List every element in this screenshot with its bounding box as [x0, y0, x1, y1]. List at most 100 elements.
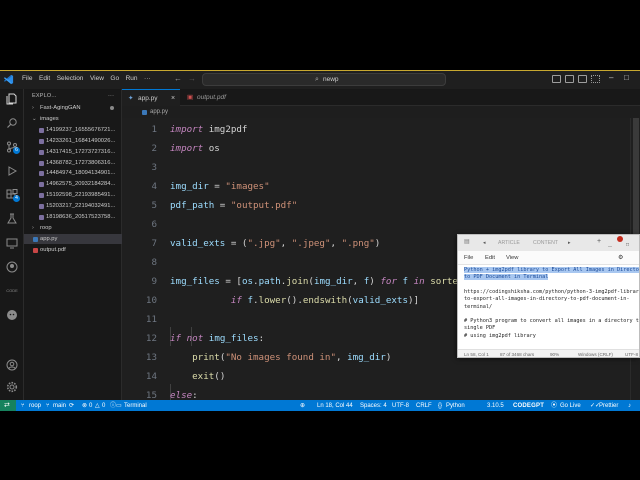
menu-edit[interactable]: Edit [39, 75, 50, 82]
code-token: )] [408, 295, 420, 306]
codegpt-icon[interactable]: CODE [6, 285, 18, 297]
new-tab-button[interactable]: + [597, 238, 601, 245]
code-line[interactable]: else: [170, 390, 198, 400]
explorer-icon[interactable] [6, 93, 18, 105]
code-token: path [258, 276, 281, 287]
notepad-menu-view[interactable]: View [506, 255, 518, 261]
maximize-icon[interactable]: □ [626, 242, 629, 248]
status-prettier[interactable]: Prettier [599, 400, 618, 411]
menu-go[interactable]: Go [110, 75, 119, 82]
status-branch[interactable]: main [53, 400, 66, 411]
close-tab-icon[interactable]: × [171, 90, 175, 107]
status-terminal[interactable]: Terminal [124, 400, 147, 411]
tree-item[interactable]: 14199237_16555676721... [24, 125, 122, 136]
status-go-live[interactable]: Go Live [560, 400, 581, 411]
notepad-menu-file[interactable]: File [464, 255, 473, 261]
remote-explorer-icon[interactable] [6, 237, 18, 249]
command-center-label: newp [323, 76, 339, 83]
code-line[interactable]: if not img_files: [170, 333, 264, 344]
code-token: exit [192, 371, 215, 382]
tab-app-py[interactable]: ✦ app.py × [122, 89, 180, 106]
tree-item[interactable]: output.pdf [24, 245, 122, 256]
status-workspace[interactable]: roop [29, 400, 41, 411]
code-line[interactable]: valid_exts = (".jpg", ".jpeg", ".png") [170, 238, 380, 249]
back-arrow-icon[interactable]: ← [174, 74, 182, 83]
notifications-bell-icon[interactable]: ♪ [628, 400, 631, 411]
run-debug-icon[interactable] [6, 165, 18, 177]
tab-scroll-right-icon[interactable]: ▸ [568, 240, 571, 246]
tree-item[interactable]: app.py [24, 233, 122, 245]
scrollbar-thumb[interactable] [633, 118, 639, 248]
status-cursor-position[interactable]: Ln 18, Col 44 [317, 400, 353, 411]
tree-item[interactable]: 18198636_20517523758... [24, 212, 122, 223]
code-line[interactable]: print("No images found in", img_dir) [170, 352, 391, 363]
minimize-icon[interactable]: – [609, 73, 613, 82]
zoom-icon[interactable]: ⊕ [300, 400, 305, 411]
menu-run[interactable]: Run [126, 75, 138, 82]
tree-item[interactable]: 14484974_18094134901... [24, 168, 122, 179]
branch-icon: ⑂ [46, 403, 50, 409]
menu-selection[interactable]: Selection [57, 75, 84, 82]
tab-label: app.py [138, 95, 158, 102]
remote-icon: ⇄ [4, 402, 10, 409]
code-line[interactable]: img_dir = "images" [170, 181, 270, 192]
menu-more[interactable]: ··· [144, 75, 151, 82]
status-indentation[interactable]: Spaces: 4 [360, 400, 387, 411]
tree-item[interactable]: › roop [24, 223, 122, 234]
notepad-tab-article[interactable]: ARTICLE [498, 240, 520, 246]
testing-icon[interactable] [6, 213, 18, 225]
ollama-icon[interactable] [6, 309, 18, 321]
toggle-secondary-sidebar-icon[interactable] [578, 75, 587, 83]
notepad-menu-bar: File Edit View ⚙ [458, 251, 639, 265]
tree-item[interactable]: 14368782_17273806316... [24, 158, 122, 169]
breadcrumb[interactable]: app.py [122, 106, 640, 118]
notepad-tab-content[interactable]: CONTENT [533, 240, 558, 246]
tree-item[interactable]: ⌄ images [24, 114, 122, 125]
status-language[interactable]: Python [446, 400, 465, 411]
maximize-icon[interactable]: □ [624, 73, 629, 82]
remote-indicator[interactable]: ⇄ [0, 400, 16, 411]
command-center[interactable]: ⌕ newp [202, 73, 446, 86]
tab-scroll-left-icon[interactable]: ◂ [483, 240, 486, 246]
accounts-icon[interactable] [6, 359, 18, 371]
status-python-version[interactable]: 3.10.5 [487, 400, 504, 411]
notepad-settings-icon[interactable]: ⚙ [618, 254, 623, 261]
menu-view[interactable]: View [90, 75, 104, 82]
tree-item[interactable]: 14317415_17273727316... [24, 147, 122, 158]
code-line[interactable]: import img2pdf [170, 124, 247, 135]
forward-arrow-icon[interactable]: → [188, 74, 196, 83]
tree-item[interactable]: › Fast-AgingGAN [24, 103, 122, 114]
code-line[interactable]: img_files = [os.path.join(img_dir, f) fo… [170, 276, 475, 287]
code-line[interactable]: pdf_path = "output.pdf" [170, 200, 297, 211]
minimize-icon[interactable]: — [608, 243, 612, 248]
tree-item[interactable]: 14233261_16841490026... [24, 136, 122, 147]
settings-gear-icon[interactable] [6, 381, 18, 393]
code-line[interactable]: if f.lower().endswith(valid_exts)] [170, 295, 419, 306]
notepad-line-text: terminal/ [464, 303, 493, 310]
status-eol[interactable]: CRLF [416, 400, 432, 411]
tree-item[interactable]: 15192598_22193985491... [24, 190, 122, 201]
tab-output-pdf[interactable]: ▣ output.pdf [181, 89, 245, 106]
status-encoding[interactable]: UTF-8 [392, 400, 409, 411]
tab-label: output.pdf [197, 94, 226, 101]
tree-item[interactable]: 15203217_22194032491... [24, 201, 122, 212]
notepad-menu-edit[interactable]: Edit [485, 255, 495, 261]
breadcrumb-file[interactable]: app.py [150, 106, 168, 118]
status-codegpt[interactable]: CODEGPT [513, 400, 544, 411]
toggle-sidebar-icon[interactable] [552, 75, 561, 83]
tree-item[interactable]: 14962575_20932184284... [24, 179, 122, 190]
menu-file[interactable]: File [22, 75, 32, 82]
github-icon[interactable] [6, 261, 18, 273]
notepad-tab-strip: ▤ ◂ ARTICLE CONTENT ▸ + — □ [458, 235, 639, 251]
sync-icon[interactable]: ⟳ [69, 400, 74, 411]
toggle-panel-icon[interactable] [565, 75, 574, 83]
status-errors[interactable]: 0 [89, 400, 92, 411]
code-line[interactable]: import os [170, 143, 220, 154]
code-line[interactable]: exit() [170, 371, 225, 382]
search-icon[interactable] [6, 117, 18, 129]
notepad-text-area[interactable]: Python + img2pdf library to Export All I… [458, 265, 639, 349]
tree-item-label: 14199237_16555676721... [46, 126, 116, 133]
explorer-more-button[interactable]: ··· [108, 89, 114, 103]
customize-layout-icon[interactable] [591, 75, 600, 83]
